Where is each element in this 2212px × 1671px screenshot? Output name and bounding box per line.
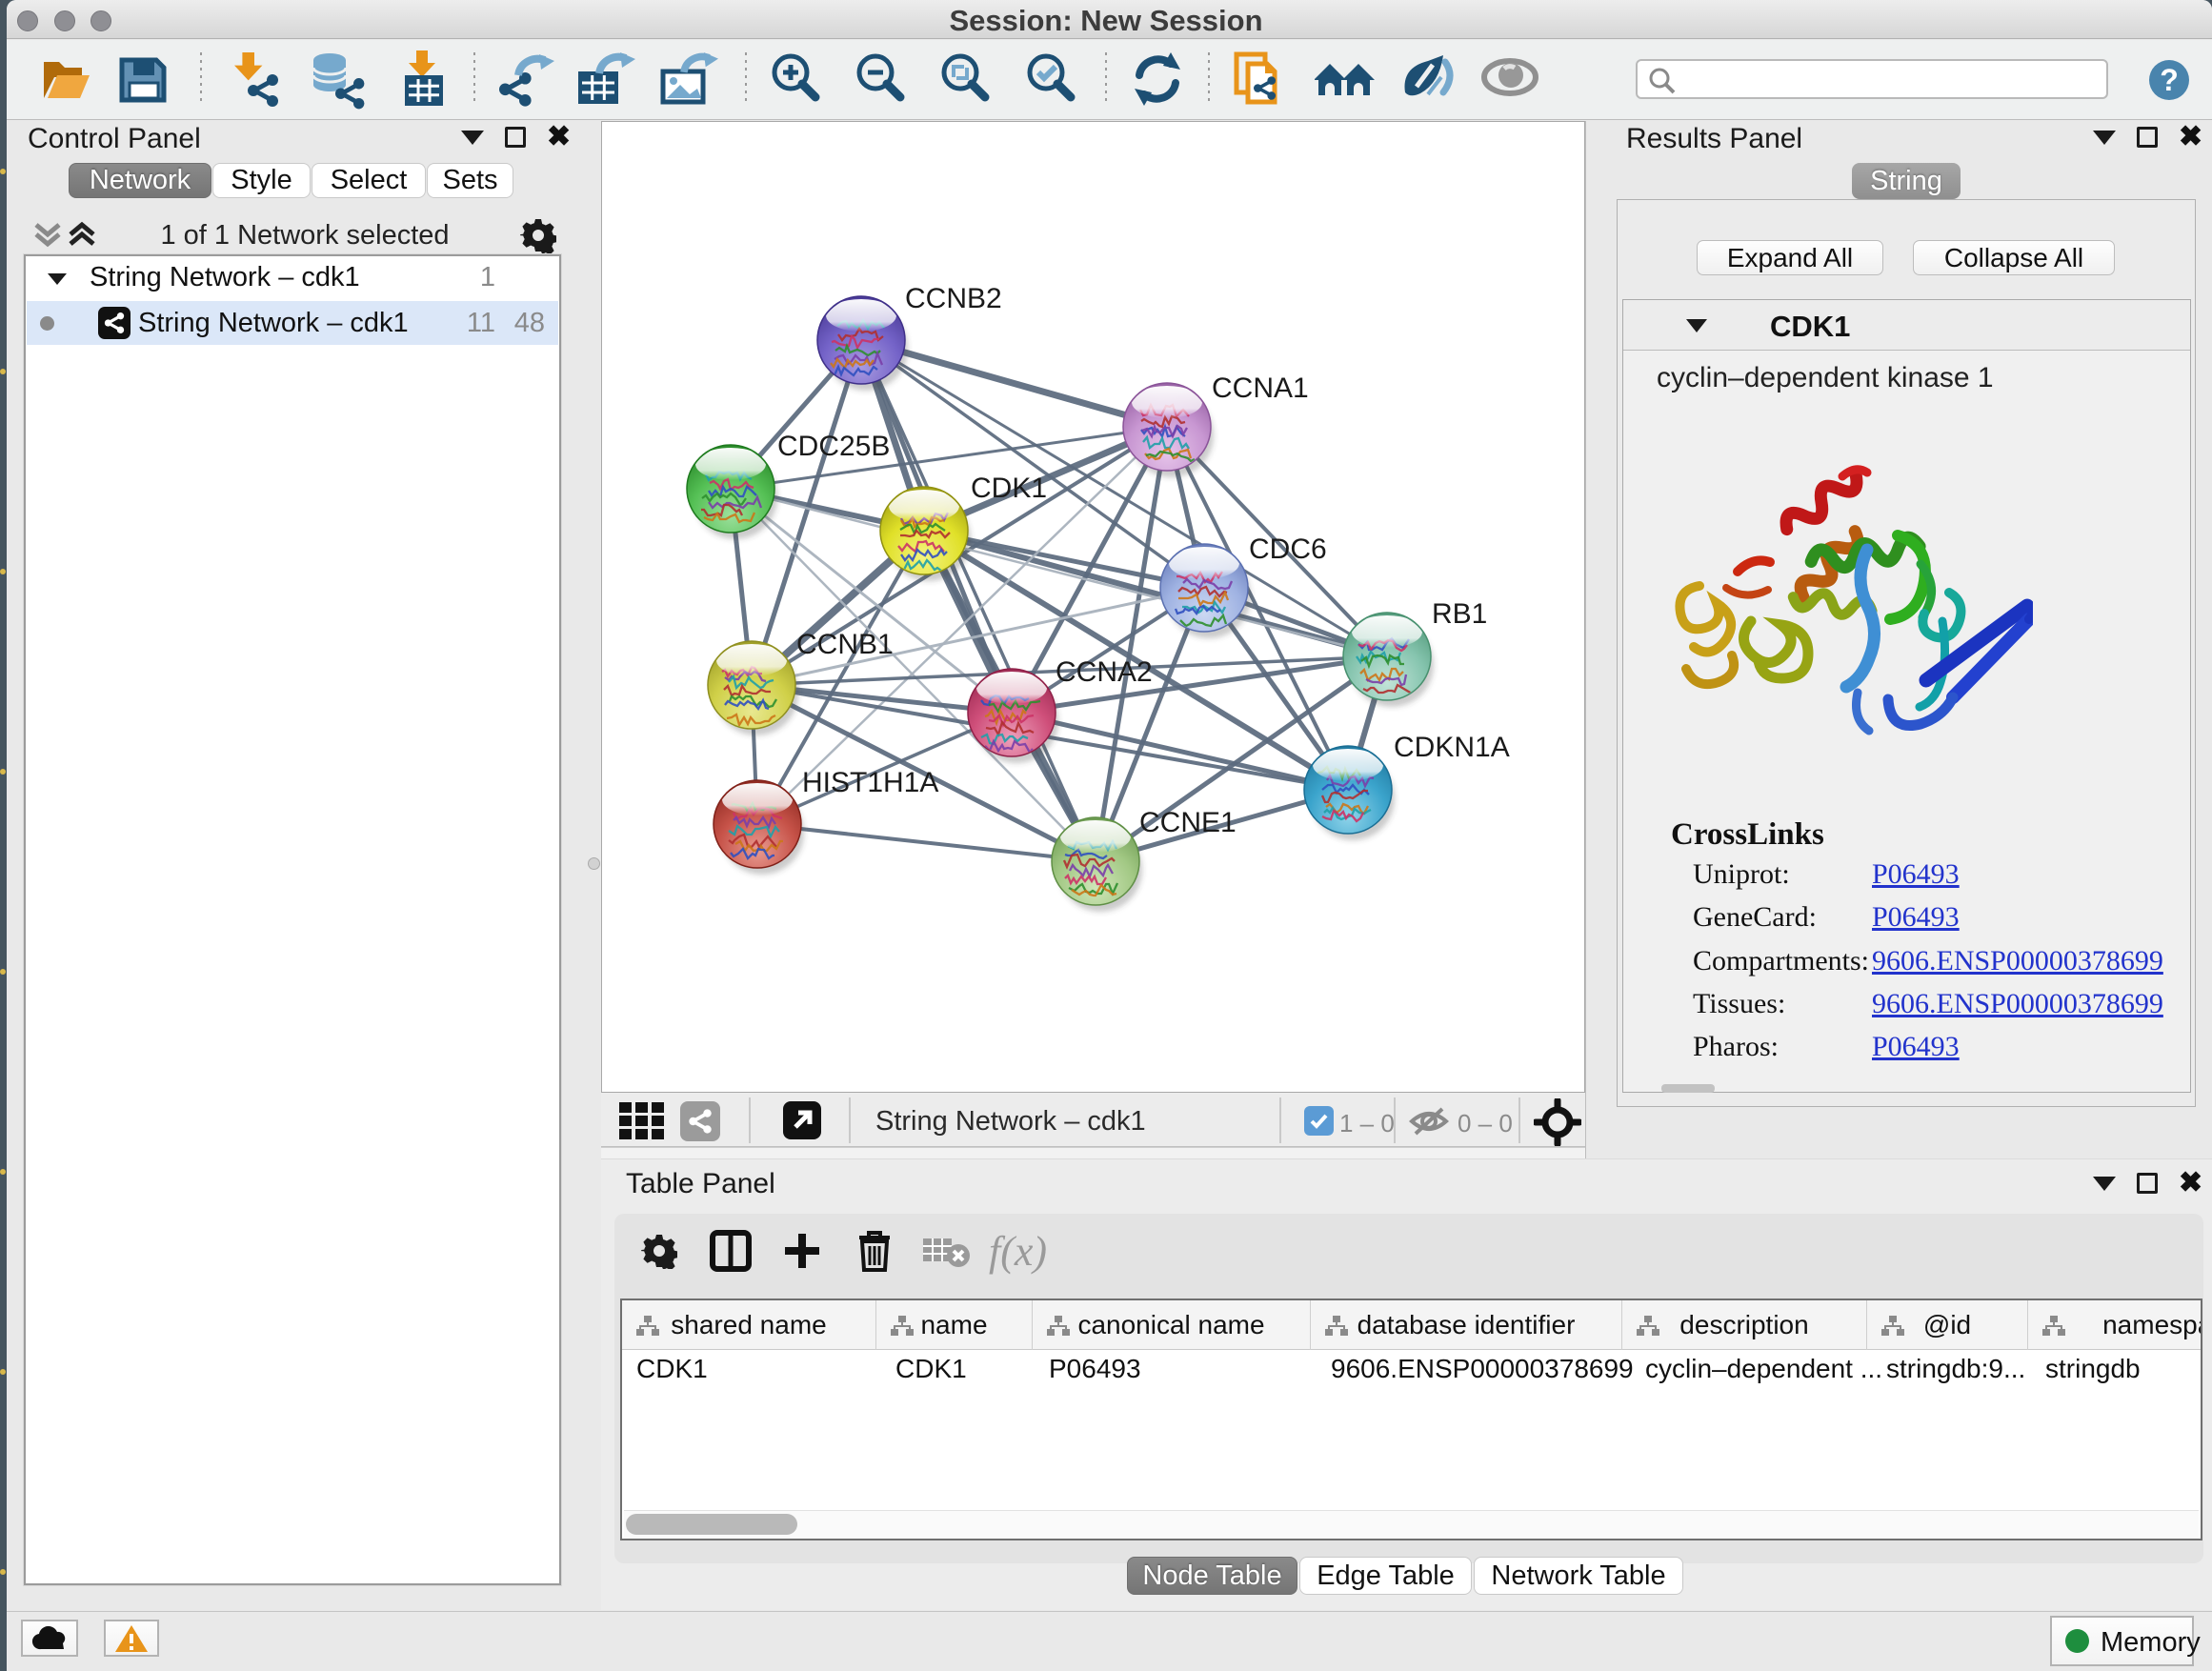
- svg-text:?: ?: [2160, 63, 2179, 97]
- svg-text:CCNA2: CCNA2: [1056, 656, 1153, 688]
- svg-text:CCNA1: CCNA1: [1212, 372, 1309, 404]
- svg-text:CCNB2: CCNB2: [905, 283, 1002, 314]
- svg-text:RB1: RB1: [1432, 598, 1487, 630]
- svg-text:CDK1: CDK1: [971, 473, 1047, 504]
- svg-text:CDC6: CDC6: [1249, 534, 1327, 565]
- svg-text:CCNB1: CCNB1: [796, 629, 894, 660]
- svg-text:CCNE1: CCNE1: [1139, 807, 1237, 838]
- svg-text:CDC25B: CDC25B: [777, 431, 890, 462]
- svg-text:CDKN1A: CDKN1A: [1394, 732, 1510, 763]
- svg-text:HIST1H1A: HIST1H1A: [802, 767, 938, 798]
